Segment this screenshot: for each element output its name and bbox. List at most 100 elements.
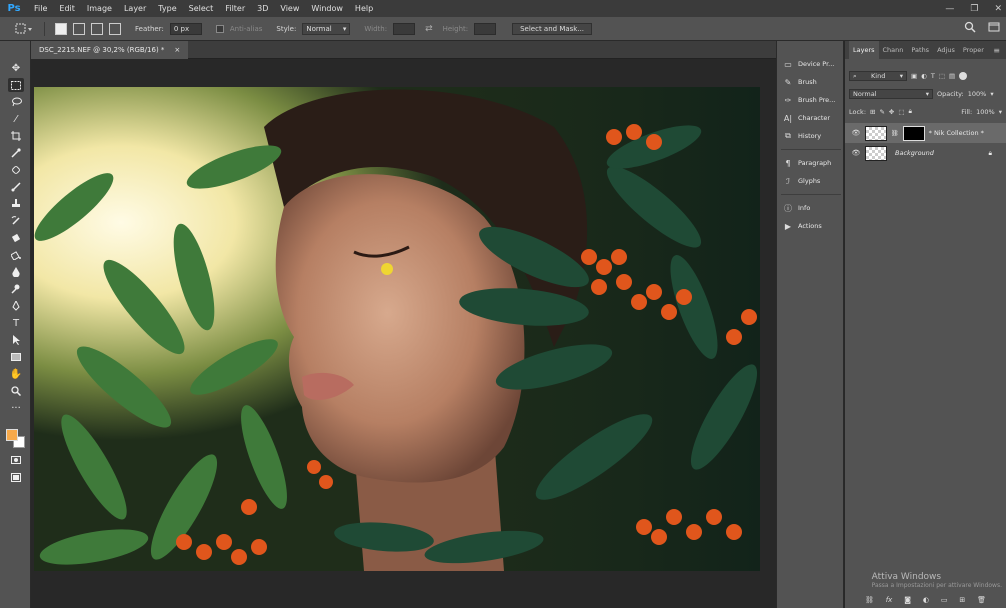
rectangular-marquee-preset-icon[interactable] [14, 22, 34, 36]
layer-mask-thumbnail[interactable] [902, 125, 925, 141]
new-layer-icon[interactable]: ⊞ [959, 596, 965, 604]
visibility-eye-icon[interactable]: 👁︎ [851, 129, 861, 137]
menu-help[interactable]: Help [349, 0, 379, 17]
link-icon[interactable]: ⛓︎ [891, 130, 899, 137]
magic-wand-tool-icon[interactable]: ⁄ [8, 112, 24, 126]
menu-image[interactable]: Image [81, 0, 118, 17]
close-window-button[interactable]: ✕ [994, 4, 1002, 14]
chevron-down-icon[interactable]: ▾ [999, 108, 1002, 116]
panel-menu-icon[interactable]: ≡ [993, 46, 1000, 55]
filter-toggle-icon[interactable] [959, 72, 968, 80]
dock-glyphs[interactable]: ℐ Glyphs [783, 173, 843, 189]
lasso-tool-icon[interactable] [8, 95, 24, 109]
layer-filter-select[interactable]: ⌕ Kind ▾ [849, 71, 907, 81]
canvas-area[interactable] [31, 59, 776, 608]
dock-brush[interactable]: ✎ Brush [783, 74, 843, 90]
history-brush-tool-icon[interactable] [8, 214, 24, 228]
menu-edit[interactable]: Edit [53, 0, 81, 17]
layer-name[interactable]: Background [895, 149, 934, 157]
fx-icon[interactable]: fx [886, 596, 893, 604]
adjustment-filter-icon[interactable]: ◐ [921, 72, 927, 80]
paint-bucket-tool-icon[interactable] [8, 248, 24, 262]
menu-select[interactable]: Select [183, 0, 220, 17]
blend-mode-select[interactable]: Normal ▾ [849, 89, 933, 99]
opacity-value[interactable]: 100% [968, 90, 987, 98]
add-mask-icon[interactable]: ◙ [904, 596, 911, 604]
rectangular-marquee-tool-icon[interactable] [8, 78, 24, 92]
hand-tool-icon[interactable]: ✋ [8, 367, 24, 381]
layer-name[interactable]: * Nik Collection * [929, 129, 984, 137]
close-document-icon[interactable]: × [174, 41, 180, 59]
subtract-from-selection-icon[interactable] [91, 22, 103, 35]
workspace-icon[interactable] [988, 21, 1000, 33]
dock-info[interactable]: ⓘ Info [783, 200, 843, 216]
smart-object-filter-icon[interactable]: ▤ [949, 72, 955, 80]
link-layers-icon[interactable]: ⛓︎ [865, 596, 874, 604]
lock-transparent-icon[interactable]: ⊞ [870, 108, 875, 116]
shape-filter-icon[interactable]: ⬚ [939, 72, 945, 80]
dock-paragraph[interactable]: ¶ Paragraph [783, 155, 843, 171]
artboard-lock-icon[interactable]: ⬚ [898, 108, 904, 116]
screen-mode-icon[interactable] [8, 470, 24, 484]
dodge-tool-icon[interactable] [8, 282, 24, 296]
dock-brush-presets[interactable]: ✑ Brush Pre... [783, 92, 843, 108]
lock-image-icon[interactable]: ✎ [879, 108, 884, 116]
tab-adjustments[interactable]: Adjus [933, 41, 959, 59]
height-input[interactable] [474, 22, 497, 35]
swap-dimensions-icon[interactable]: ⇄ [425, 24, 433, 34]
style-select[interactable]: Normal ▾ [302, 22, 351, 35]
pen-tool-icon[interactable] [8, 299, 24, 313]
menu-file[interactable]: File [28, 0, 53, 17]
more-tools-icon[interactable]: ··· [8, 401, 24, 415]
menu-type[interactable]: Type [152, 0, 182, 17]
select-and-mask-button[interactable]: Select and Mask... [512, 22, 593, 35]
dock-actions[interactable]: ▶ Actions [783, 218, 843, 234]
tab-layers[interactable]: Layers [849, 41, 879, 59]
delete-layer-icon[interactable]: 🗑︎ [977, 596, 986, 604]
move-tool-icon[interactable]: ✥ [8, 61, 24, 75]
type-tool-icon[interactable]: T [8, 316, 24, 330]
adjustment-layer-icon[interactable]: ◐ [923, 596, 929, 604]
search-icon[interactable] [964, 21, 976, 33]
dock-character[interactable]: A| Character [783, 110, 843, 126]
clone-stamp-tool-icon[interactable] [8, 197, 24, 211]
healing-brush-tool-icon[interactable] [8, 163, 24, 177]
eraser-tool-icon[interactable] [8, 231, 24, 245]
layer-row-background[interactable]: 👁︎ Background 🔒︎ [845, 143, 1006, 163]
path-selection-tool-icon[interactable] [8, 333, 24, 347]
intersect-selection-icon[interactable] [109, 22, 121, 35]
quick-mask-icon[interactable] [8, 453, 24, 467]
zoom-tool-icon[interactable] [8, 384, 24, 398]
blur-tool-icon[interactable] [8, 265, 24, 279]
menu-3d[interactable]: 3D [251, 0, 274, 17]
menu-filter[interactable]: Filter [219, 0, 251, 17]
menu-window[interactable]: Window [305, 0, 349, 17]
tab-properties[interactable]: Proper [959, 41, 988, 59]
crop-tool-icon[interactable] [8, 129, 24, 143]
lock-position-icon[interactable]: ✥ [889, 108, 894, 116]
document-tab[interactable]: DSC_2215.NEF @ 30,2% (RGB/16) * × [31, 41, 189, 59]
tab-paths[interactable]: Paths [907, 41, 933, 59]
layer-row-nik-collection[interactable]: 👁︎ ⛓︎ * Nik Collection * [845, 123, 1006, 143]
lock-all-icon[interactable]: 🔒︎ [909, 107, 912, 116]
fill-value[interactable]: 100% [976, 108, 995, 116]
menu-view[interactable]: View [274, 0, 305, 17]
dock-history[interactable]: ⧉ History [783, 128, 843, 144]
brush-tool-icon[interactable] [8, 180, 24, 194]
new-selection-icon[interactable] [55, 22, 67, 35]
eyedropper-tool-icon[interactable] [8, 146, 24, 160]
dock-device-preview[interactable]: ▭ Device Pr... [783, 56, 843, 72]
new-group-icon[interactable]: ▭ [941, 596, 948, 604]
width-input[interactable] [393, 22, 416, 35]
pixel-filter-icon[interactable]: ▣ [911, 72, 917, 80]
antialias-checkbox[interactable] [215, 24, 224, 33]
rectangle-tool-icon[interactable] [8, 350, 24, 364]
tab-channels[interactable]: Chann [879, 41, 908, 59]
visibility-eye-icon[interactable]: 👁︎ [851, 149, 861, 157]
foreground-color-swatch[interactable] [6, 429, 18, 441]
menu-layer[interactable]: Layer [118, 0, 152, 17]
feather-input[interactable]: 0 px [169, 22, 202, 35]
type-filter-icon[interactable]: T [931, 72, 935, 80]
add-to-selection-icon[interactable] [73, 22, 85, 35]
chevron-down-icon[interactable]: ▾ [990, 90, 993, 98]
